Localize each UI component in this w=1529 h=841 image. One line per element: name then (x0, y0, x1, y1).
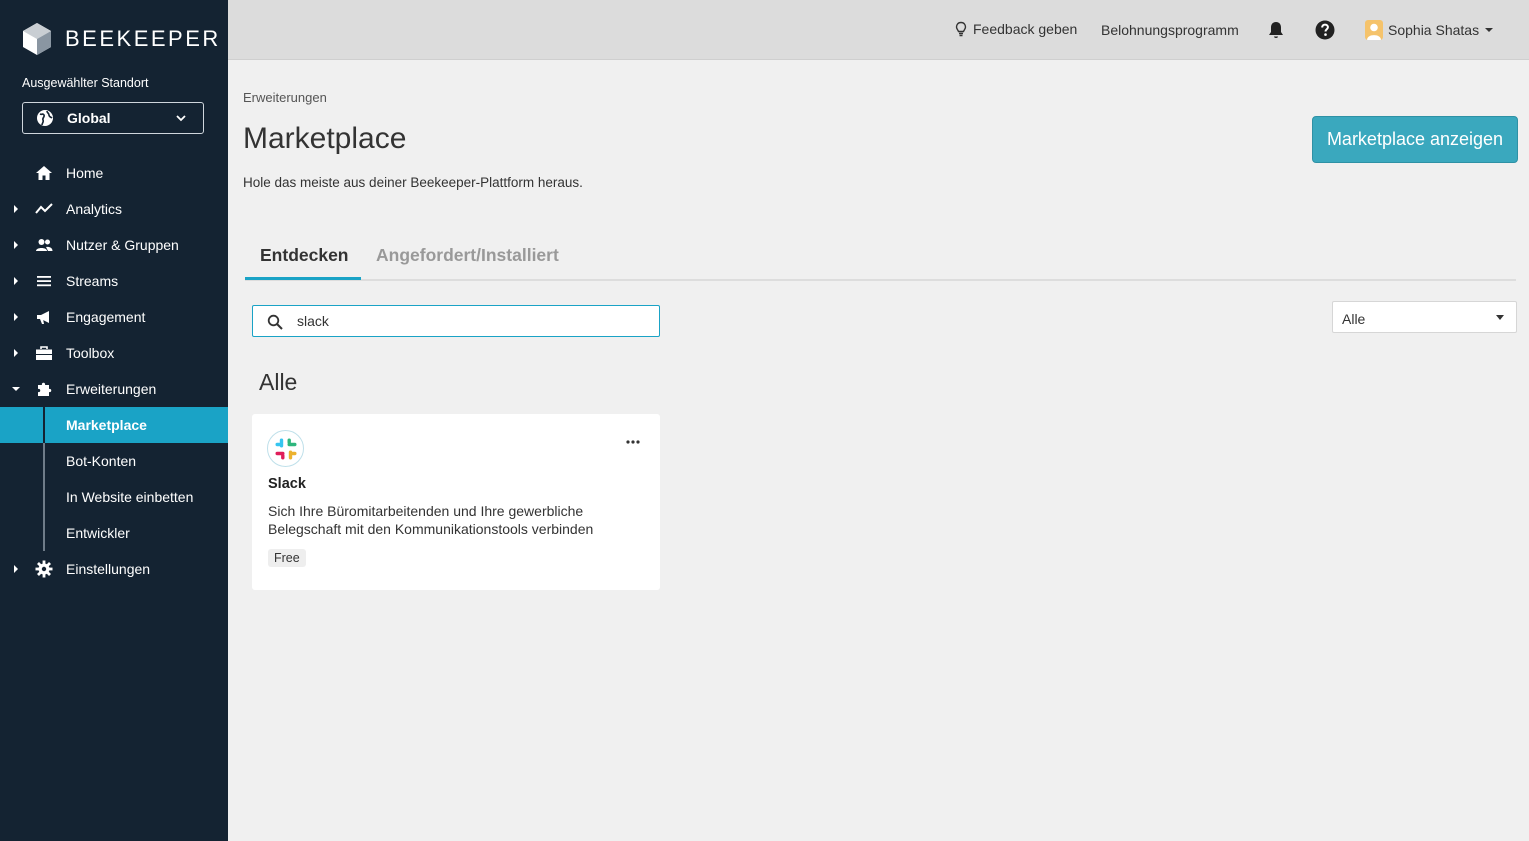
topbar: Feedback geben Belohnungsprogramm Sophia… (228, 0, 1529, 60)
sidebar-item-label: Entwickler (66, 525, 130, 541)
app-description: Sich Ihre Büromitarbeitenden und Ihre ge… (268, 503, 594, 537)
search-icon (267, 314, 283, 330)
sidebar-item-embed[interactable]: In Website einbetten (0, 479, 228, 515)
app-card[interactable]: Slack Sich Ihre Büromitarbeitenden und I… (252, 414, 660, 590)
tab-discover[interactable]: Entdecken (260, 245, 349, 266)
sidebar-item-label: In Website einbetten (66, 489, 194, 505)
category-filter-select[interactable]: Alle (1332, 301, 1517, 333)
sidebar-item-label: Nutzer & Gruppen (66, 237, 179, 253)
rewards-link[interactable]: Belohnungsprogramm (1101, 22, 1239, 38)
extensions-submenu: Marketplace Bot-Konten In Website einbet… (0, 407, 228, 551)
price-badge: Free (268, 549, 306, 567)
avatar (1365, 20, 1383, 40)
sidebar-item-label: Engagement (66, 309, 146, 325)
sidebar-item-label: Home (66, 165, 104, 181)
location-label: Ausgewählter Standort (22, 76, 149, 90)
trend-line-icon (35, 203, 53, 214)
user-name: Sophia Shatas (1388, 22, 1480, 38)
caret-down-icon (1485, 28, 1494, 32)
page-subtitle: Hole das meiste aus deiner Beekeeper-Pla… (243, 175, 583, 190)
active-tab-indicator (245, 277, 361, 280)
sidebar-item-toolbox[interactable]: Toolbox (0, 335, 228, 371)
gear-icon (35, 560, 53, 578)
sidebar-item-label: Toolbox (66, 345, 115, 361)
lightbulb-icon (955, 21, 967, 37)
show-marketplace-button[interactable]: Marketplace anzeigen (1312, 116, 1518, 163)
app-name: Slack (268, 476, 306, 492)
feedback-label: Feedback geben (973, 21, 1078, 37)
feedback-link[interactable]: Feedback geben (955, 21, 1077, 37)
home-icon (36, 166, 52, 180)
chevron-down-icon (176, 115, 186, 122)
sidebar-item-settings[interactable]: Einstellungen (0, 551, 228, 587)
search-field[interactable] (252, 305, 660, 337)
sidebar-item-label: Bot-Konten (66, 453, 137, 469)
brand[interactable]: BEEKEEPER (22, 22, 221, 56)
caret-right-icon (14, 277, 18, 285)
slack-logo-icon (275, 438, 297, 460)
search-input[interactable] (297, 311, 647, 331)
caret-right-icon (14, 565, 18, 573)
caret-right-icon (14, 313, 18, 321)
caret-right-icon (14, 205, 18, 213)
sidebar-item-users[interactable]: Nutzer & Gruppen (0, 227, 228, 263)
sidebar-nav: Home Analytics Nutzer & Gruppen Streams (0, 155, 228, 587)
sidebar-item-engagement[interactable]: Engagement (0, 299, 228, 335)
caret-right-icon (14, 241, 18, 249)
caret-down-icon (1496, 315, 1504, 320)
help-icon[interactable] (1315, 20, 1335, 40)
sidebar-item-extensions[interactable]: Erweiterungen (0, 371, 228, 407)
sidebar-item-analytics[interactable]: Analytics (0, 191, 228, 227)
sidebar-item-label: Analytics (66, 201, 123, 217)
location-select[interactable]: Global (22, 102, 204, 134)
location-value: Global (67, 110, 111, 126)
breadcrumb[interactable]: Erweiterungen (243, 90, 327, 105)
sidebar-item-streams[interactable]: Streams (0, 263, 228, 299)
page-title: Marketplace (243, 122, 407, 155)
sidebar-item-developer[interactable]: Entwickler (0, 515, 228, 551)
section-title: Alle (259, 369, 298, 395)
megaphone-icon (37, 311, 49, 324)
user-menu[interactable]: Sophia Shatas (1365, 20, 1494, 40)
more-options-icon[interactable] (624, 434, 642, 450)
beekeeper-logo-icon (23, 23, 51, 55)
user-avatar-icon (1367, 23, 1381, 40)
bell-icon[interactable] (1266, 20, 1286, 40)
sidebar-item-label: Erweiterungen (66, 381, 157, 397)
sidebar: BEEKEEPER Ausgewählter Standort Global H… (0, 0, 228, 841)
sidebar-item-label: Streams (66, 273, 119, 289)
app-logo (267, 430, 304, 467)
caret-down-icon (12, 387, 20, 391)
users-icon (36, 239, 53, 251)
sidebar-item-marketplace[interactable]: Marketplace (0, 407, 228, 443)
tab-installed[interactable]: Angefordert/Installiert (376, 245, 559, 266)
globe-icon (37, 110, 53, 126)
tabs: Entdecken Angefordert/Installiert (245, 240, 1516, 281)
active-indicator (43, 407, 45, 443)
brand-name: BEEKEEPER (65, 26, 221, 51)
caret-right-icon (14, 349, 18, 357)
filter-value: Alle (1342, 311, 1366, 327)
puzzle-icon (38, 382, 52, 396)
toolbox-icon (36, 346, 52, 360)
sidebar-item-label: Marketplace (66, 417, 147, 433)
sidebar-item-label: Einstellungen (66, 561, 151, 577)
streams-icon (37, 276, 51, 287)
sidebar-item-home[interactable]: Home (0, 155, 228, 191)
sidebar-item-bot-accounts[interactable]: Bot-Konten (0, 443, 228, 479)
